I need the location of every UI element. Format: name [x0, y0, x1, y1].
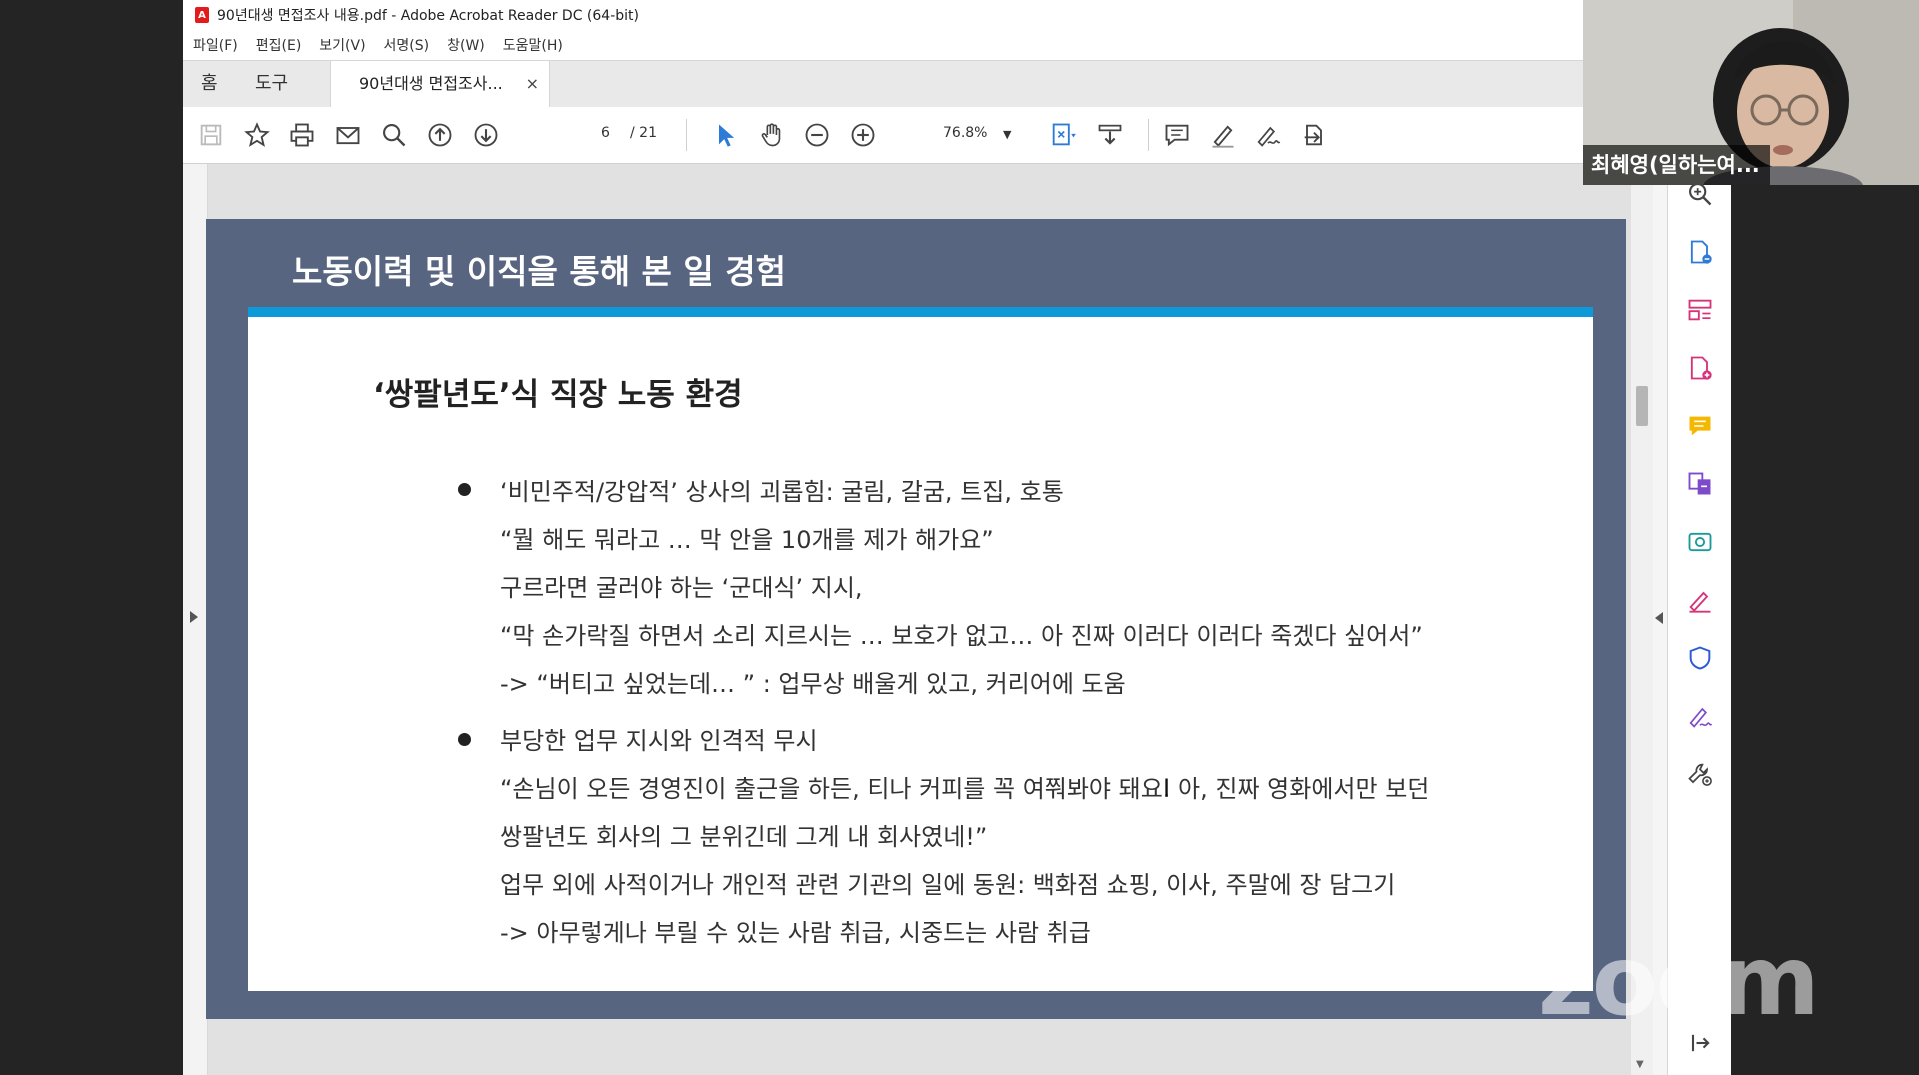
bullet2-line: “손님이 오든 경영진이 출근을 하든, 티나 커피를 꼭 여쭤봐야 돼요. 아… [500, 775, 1430, 803]
comment-tool-icon[interactable] [1686, 412, 1714, 440]
star-icon[interactable] [243, 121, 271, 149]
scrollbar-thumb[interactable] [1636, 386, 1648, 426]
slide-content: ‘쌍팔년도’식 직장 노동 환경 ‘비민주적/강압적’ 상사의 괴롭힘: 굴림,… [248, 317, 1593, 991]
create-pdf-icon[interactable] [1686, 354, 1714, 382]
menu-sign[interactable]: 서명(S) [384, 35, 430, 55]
mail-icon[interactable] [334, 121, 362, 149]
menu-file[interactable]: 파일(F) [193, 35, 238, 55]
pdf-page: 노동이력 및 이직을 통해 본 일 경험 ‘쌍팔년도’식 직장 노동 환경 ‘비… [206, 219, 1626, 1019]
send-review-icon[interactable] [1686, 528, 1714, 556]
slide-accent-bar [248, 307, 1593, 317]
save-icon[interactable] [197, 121, 225, 149]
bullet-dot [458, 733, 471, 746]
participant-video-tile[interactable]: 최혜영(일하는여... [1583, 0, 1919, 185]
toolbar-divider [1148, 119, 1149, 151]
protect-icon[interactable] [1686, 644, 1714, 672]
left-panel-toggle[interactable] [183, 164, 208, 1075]
menu-window[interactable]: 창(W) [447, 35, 485, 55]
bullet2-line: -> 아무렇게나 부릴 수 있는 사람 취급, 시중드는 사람 취급 [500, 919, 1091, 947]
collapse-right-icon[interactable] [1655, 612, 1663, 624]
toolbar-divider [686, 119, 687, 151]
bullet2-line: 부당한 업무 지시와 인격적 무시 [500, 727, 818, 755]
tab-close-icon[interactable]: × [526, 61, 539, 107]
document-area[interactable]: 노동이력 및 이직을 통해 본 일 경험 ‘쌍팔년도’식 직장 노동 환경 ‘비… [183, 164, 1631, 1075]
zoom-watermark-logo: zoom [1538, 925, 1820, 1037]
bullet1-line: ‘비민주적/강압적’ 상사의 괴롭힘: 굴림, 갈굼, 트집, 호통 [500, 478, 1064, 506]
bullet1-line: “뭘 해도 뭐라고 … 막 안을 10개를 제가 해가요” [500, 526, 994, 554]
select-pointer-icon[interactable] [712, 121, 740, 149]
hand-icon[interactable] [758, 121, 786, 149]
bullet2-line: 쌍팔년도 회사의 그 분위긴데 그게 내 회사였네!” [500, 823, 988, 851]
export-pdf-icon[interactable] [1686, 238, 1714, 266]
page-total: / 21 [630, 125, 657, 141]
search-icon[interactable] [380, 121, 408, 149]
chevron-down-icon[interactable]: ▼ [1003, 128, 1011, 141]
tab-home[interactable]: 홈 [201, 61, 218, 107]
zoom-level-select[interactable]: 76.8% [943, 125, 987, 141]
bullet1-line: 구르라면 굴러야 하는 ‘군대식’ 지시, [500, 574, 863, 602]
tab-bar: 홈 도구 90년대생 면접조사... × [183, 60, 1731, 108]
signature-icon[interactable] [1686, 702, 1714, 730]
window-title: 90년대생 면접조사 내용.pdf - Adobe Acrobat Reader… [217, 8, 639, 24]
print-icon[interactable] [288, 121, 316, 149]
scroll-mode-icon[interactable] [1096, 121, 1124, 149]
highlight-pen-icon[interactable] [1209, 121, 1237, 149]
bullet2-line: 업무 외에 사적이거나 개인적 관련 기관의 일에 동원: 백화점 쇼핑, 이사… [500, 871, 1396, 899]
zoom-out-icon[interactable] [803, 121, 831, 149]
tab-tools[interactable]: 도구 [255, 61, 288, 107]
slide-title: 노동이력 및 이직을 통해 본 일 경험 [292, 252, 786, 291]
page-number-input[interactable]: 6 [601, 125, 610, 141]
scroll-down-icon[interactable]: ▼ [1636, 1059, 1644, 1070]
organize-pages-icon[interactable] [1686, 296, 1714, 324]
sign-icon[interactable] [1254, 121, 1282, 149]
page-up-icon[interactable] [426, 121, 454, 149]
menu-help[interactable]: 도움말(H) [503, 35, 563, 55]
page-down-icon[interactable] [472, 121, 500, 149]
bullet-dot [458, 483, 471, 496]
tab-document-label: 90년대생 면접조사... [359, 74, 503, 93]
more-tools-icon[interactable] [1686, 760, 1714, 788]
menu-edit[interactable]: 편집(E) [256, 35, 302, 55]
share-icon[interactable] [1300, 121, 1328, 149]
bullet1-line: “막 손가락질 하면서 소리 지르시는 … 보호가 없고… 아 진짜 이러다 이… [500, 622, 1423, 650]
text-cursor-icon: I [1163, 774, 1171, 802]
comment-icon[interactable] [1163, 121, 1191, 149]
bullet1-line: -> “버티고 싶었는데… ” : 업무상 배울게 있고, 커리어에 도움 [500, 670, 1126, 698]
menu-view[interactable]: 보기(V) [319, 35, 365, 55]
fill-sign-icon[interactable] [1686, 586, 1714, 614]
title-bar: A 90년대생 면접조사 내용.pdf - Adobe Acrobat Read… [183, 0, 1731, 30]
acrobat-pdf-icon: A [195, 7, 209, 23]
tab-document[interactable]: 90년대생 면접조사... × [330, 61, 550, 108]
toolbar: 6 / 21 76.8% ▼ [183, 107, 1731, 164]
zoom-in-icon[interactable] [849, 121, 877, 149]
combine-files-icon[interactable] [1686, 470, 1714, 498]
participant-name: 최혜영(일하는여... [1583, 145, 1770, 185]
acrobat-window: A 90년대생 면접조사 내용.pdf - Adobe Acrobat Read… [183, 0, 1731, 1075]
menu-bar: 파일(F) 편집(E) 보기(V) 서명(S) 창(W) 도움말(H) [183, 30, 1731, 60]
fit-page-icon[interactable] [1049, 121, 1077, 149]
section-heading: ‘쌍팔년도’식 직장 노동 환경 [373, 377, 743, 413]
expand-left-icon[interactable] [190, 611, 198, 623]
